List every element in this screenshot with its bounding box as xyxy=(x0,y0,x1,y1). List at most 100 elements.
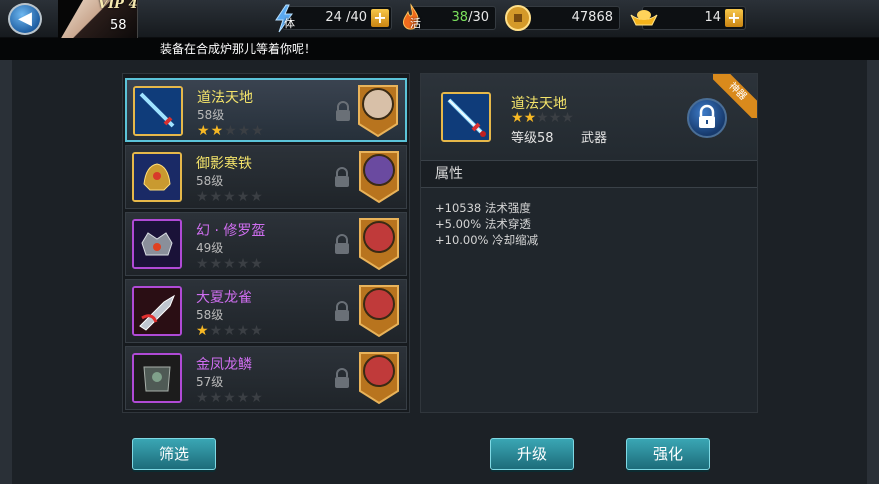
equipment-level: 58级 xyxy=(196,308,224,322)
notice-banner: 装备在合成炉那儿等着你呢！ xyxy=(0,38,879,60)
energy-tag: 活 xyxy=(410,17,421,30)
star-icon: ★ xyxy=(250,189,264,205)
star-icon: ★ xyxy=(196,390,210,406)
energy-value: 38/30 xyxy=(451,10,489,25)
right-edge xyxy=(867,60,879,484)
equipment-name: 幻 · 修罗盔 xyxy=(196,223,266,239)
hero-portrait-badge xyxy=(359,352,399,405)
equipment-icon xyxy=(132,219,182,269)
filter-button[interactable]: 筛选 xyxy=(132,438,216,470)
lock-icon[interactable] xyxy=(334,100,352,122)
hero-portrait-badge xyxy=(359,285,399,338)
equipment-icon xyxy=(132,152,182,202)
equipment-level: 58级 xyxy=(196,174,224,188)
equipment-name: 大夏龙雀 xyxy=(196,290,252,306)
star-icon: ★ xyxy=(250,323,264,339)
lock-icon[interactable] xyxy=(333,367,351,389)
attributes-title: 属性 xyxy=(421,160,757,188)
top-bar: ◀ VIP 4 58 24 /40 + 体 38/30 活 47868 14 + xyxy=(0,0,879,38)
star-icon: ★ xyxy=(209,189,224,205)
lock-icon[interactable] xyxy=(333,233,351,255)
star-icon: ★ xyxy=(210,123,225,139)
star-icon: ★ xyxy=(209,256,224,272)
coin-value: 47868 xyxy=(571,10,613,25)
detail-header: 道法天地 ★★★★★ 等级58 武器 神器 xyxy=(421,74,757,160)
star-icon: ★ xyxy=(251,123,265,139)
equipment-stars: ★★★★★ xyxy=(196,323,264,339)
star-icon: ★ xyxy=(237,123,252,139)
equipment-level: 49级 xyxy=(196,241,224,255)
star-icon: ★ xyxy=(236,256,251,272)
detail-type: 武器 xyxy=(581,131,608,146)
star-icon: ★ xyxy=(523,110,537,126)
detail-weapon-icon xyxy=(441,92,491,142)
attributes-list: +10538 法术强度 +5.00% 法术穿透 +10.00% 冷却缩减 xyxy=(435,200,538,248)
equipment-icon xyxy=(133,86,183,136)
star-icon: ★ xyxy=(197,123,211,139)
attribute-line: +10.00% 冷却缩减 xyxy=(435,233,539,247)
hero-portrait-badge xyxy=(358,85,398,138)
notice-text: 装备在合成炉那儿等着你呢！ xyxy=(160,42,317,56)
lightning-icon: 体 xyxy=(270,3,300,33)
attribute-line: +5.00% 法术穿透 xyxy=(435,217,531,231)
equipment-item[interactable]: 金凤龙鳞 57级 ★★★★★ xyxy=(125,346,407,410)
back-button[interactable]: ◀ xyxy=(8,3,42,35)
stamina-plus-button[interactable]: + xyxy=(371,9,389,27)
left-edge xyxy=(0,60,12,484)
equipment-stars: ★★★★★ xyxy=(197,123,265,139)
star-icon: ★ xyxy=(236,323,251,339)
equipment-item[interactable]: 道法天地 58级 ★★★★★ xyxy=(125,78,407,142)
star-icon: ★ xyxy=(236,189,251,205)
gold-value: 14 xyxy=(704,10,721,25)
upgrade-button[interactable]: 升级 xyxy=(490,438,574,470)
equipment-stars: ★★★★★ xyxy=(196,189,264,205)
enhance-button[interactable]: 强化 xyxy=(626,438,710,470)
lock-icon[interactable] xyxy=(333,300,351,322)
detail-stars: ★★★★★ xyxy=(511,110,574,126)
equipment-stars: ★★★★★ xyxy=(196,256,264,272)
star-icon: ★ xyxy=(223,256,237,272)
equipment-name: 金凤龙鳞 xyxy=(196,357,252,373)
equipment-name: 御影寒铁 xyxy=(196,156,252,172)
vip-label: VIP 4 xyxy=(98,0,138,12)
attribute-line: +10538 法术强度 xyxy=(435,201,531,215)
star-icon: ★ xyxy=(196,256,210,272)
star-icon: ★ xyxy=(511,110,524,126)
equipment-list: 道法天地 58级 ★★★★★ 御影寒铁 58级 ★★★★★ 幻 · 修罗盔 49级 ★★★★★ 大… xyxy=(122,73,410,413)
star-icon: ★ xyxy=(196,323,210,339)
stamina-tag: 体 xyxy=(284,17,295,30)
artifact-tag-text: 神器 xyxy=(713,74,757,118)
star-icon: ★ xyxy=(223,189,237,205)
equipment-item[interactable]: 御影寒铁 58级 ★★★★★ xyxy=(125,145,407,209)
star-icon: ★ xyxy=(236,390,251,406)
star-icon: ★ xyxy=(250,390,264,406)
equipment-detail: 道法天地 ★★★★★ 等级58 武器 神器 属性 +10538 法术强度 +5.… xyxy=(420,73,758,413)
star-icon: ★ xyxy=(536,110,549,126)
lock-icon[interactable] xyxy=(333,166,351,188)
star-icon: ★ xyxy=(209,390,224,406)
gold-plus-button[interactable]: + xyxy=(725,9,743,27)
star-icon: ★ xyxy=(223,323,237,339)
player-level: 58 xyxy=(110,18,127,33)
avatar-portrait xyxy=(58,0,98,38)
star-icon: ★ xyxy=(224,123,238,139)
equipment-level: 57级 xyxy=(196,375,224,389)
equipment-icon xyxy=(132,286,182,336)
star-icon: ★ xyxy=(196,189,210,205)
coin-icon xyxy=(504,4,534,34)
star-icon: ★ xyxy=(209,323,224,339)
equipment-item[interactable]: 幻 · 修罗盔 49级 ★★★★★ xyxy=(125,212,407,276)
equipment-item[interactable]: 大夏龙雀 58级 ★★★★★ xyxy=(125,279,407,343)
stamina-value: 24 /40 xyxy=(325,10,367,25)
star-icon: ★ xyxy=(250,256,264,272)
gold-ingot-icon xyxy=(628,5,658,35)
hero-portrait-badge xyxy=(359,151,399,204)
hero-portrait-badge xyxy=(359,218,399,271)
detail-level: 等级58 xyxy=(511,131,554,146)
flame-icon: 活 xyxy=(396,3,426,33)
back-arrow-icon: ◀ xyxy=(18,8,32,29)
equipment-icon xyxy=(132,353,182,403)
star-icon: ★ xyxy=(548,110,562,126)
equipment-stars: ★★★★★ xyxy=(196,390,264,406)
artifact-corner-tag: 神器 xyxy=(713,74,757,118)
